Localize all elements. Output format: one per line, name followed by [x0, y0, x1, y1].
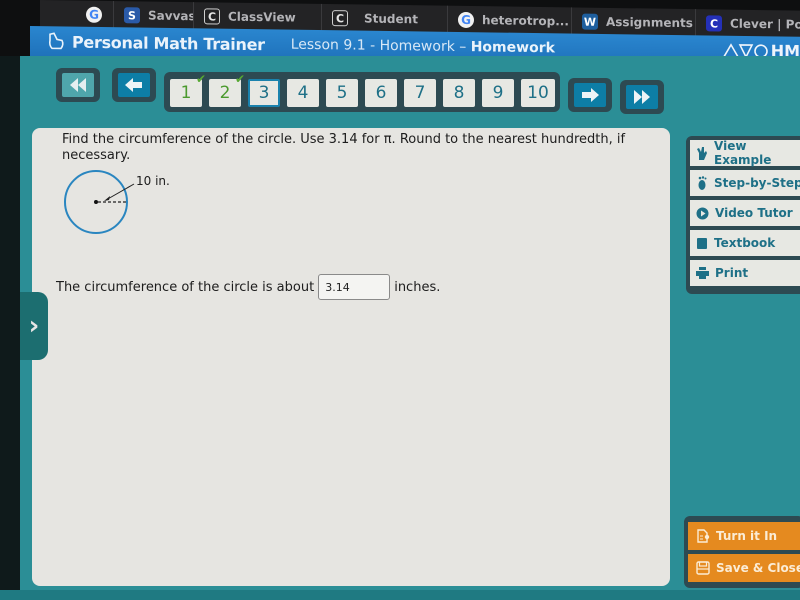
arrow-head [104, 196, 110, 201]
textbook-button[interactable]: Textbook [690, 230, 800, 256]
question-6-button[interactable]: 6 [365, 79, 397, 107]
left-edge [0, 56, 20, 600]
turn-it-in-button[interactable]: Turn it In [688, 522, 800, 550]
w-icon: W [582, 13, 598, 30]
question-number: 5 [336, 83, 348, 103]
hand-pointer-icon [697, 147, 707, 160]
view-example-button[interactable]: View Example [690, 139, 800, 167]
bookmark-assignments[interactable]: W Assignments [572, 7, 696, 38]
answer-row: The circumference of the circle is about… [56, 274, 440, 300]
last-question-button[interactable] [620, 80, 664, 114]
tool-label: Print [715, 266, 749, 280]
question-5-button[interactable]: 5 [326, 79, 358, 107]
bookmark-label: Student [364, 11, 418, 27]
bookmark-label: Savvas E [148, 8, 194, 24]
question-prompt: Find the circumference of the circle. Us… [62, 132, 626, 163]
bookmark-label: Clever | Por... [730, 16, 800, 32]
answer-suffix: inches. [394, 279, 441, 295]
question-10-button[interactable]: 10 [521, 79, 555, 107]
brand: Personal Math Trainer [46, 31, 265, 54]
circle-figure [64, 170, 135, 234]
bookmark-classview[interactable]: C ClassView [194, 2, 322, 32]
question-8-button[interactable]: 8 [443, 79, 475, 107]
bookmark-label: heterotrop... [482, 13, 569, 29]
print-button[interactable]: Print [690, 260, 800, 286]
question-number: 2 [219, 83, 231, 103]
tool-label: Textbook [714, 236, 776, 250]
google-icon: G [86, 6, 102, 23]
bookmark-student[interactable]: C Student [322, 3, 448, 34]
save-and-close-button[interactable]: Save & Close [688, 554, 800, 582]
question-9-button[interactable]: 9 [482, 79, 514, 107]
step-by-step-button[interactable]: Step-by-Step [690, 170, 800, 196]
submission-actions: Turn it In Save & Close [684, 516, 800, 588]
action-label: Turn it In [716, 529, 778, 543]
question-4-button[interactable]: 4 [287, 79, 319, 107]
tool-label: Step-by-Step [714, 176, 800, 190]
save-icon [696, 561, 710, 575]
answer-prefix: The circumference of the circle is about [56, 279, 315, 295]
question-number: 10 [527, 83, 549, 103]
label-pointer [105, 183, 135, 201]
bookmark-label: ClassView [228, 9, 296, 25]
question-7-button[interactable]: 7 [404, 79, 436, 107]
check-icon: ✔ [234, 72, 245, 86]
question-number: 9 [492, 83, 504, 103]
expand-sidebar-button[interactable]: › [20, 292, 48, 360]
question-number: 8 [453, 83, 465, 103]
savvas-icon: S [124, 7, 140, 24]
question-panel: Find the circumference of the circle. Us… [32, 128, 670, 586]
question-number: 7 [414, 83, 426, 103]
first-question-button[interactable] [56, 68, 100, 102]
arrow-left-icon [125, 78, 142, 92]
book-icon [697, 237, 707, 249]
google-icon: G [458, 11, 474, 29]
bookmark-label: Assignments [606, 14, 693, 31]
action-label: Save & Close [716, 561, 800, 575]
c-box-icon: C [332, 10, 348, 27]
bookmark-clever[interactable]: C Clever | Por... [696, 9, 800, 39]
double-arrow-right-icon [634, 90, 650, 104]
question-number: 1 [180, 83, 192, 103]
help-tools: View Example Step-by-Step Video Tutor Te… [686, 136, 800, 294]
bookmark-heterotrop[interactable]: G heterotrop... [448, 5, 572, 36]
next-question-button[interactable] [568, 78, 612, 112]
question-1-button[interactable]: 1 ✔ [170, 72, 206, 107]
tool-label: Video Tutor [715, 206, 793, 220]
bottom-edge [0, 590, 800, 600]
question-number: 6 [375, 83, 387, 103]
turn-in-icon [697, 529, 710, 543]
answer-input[interactable] [318, 274, 391, 300]
arrow-right-icon [582, 88, 599, 102]
c-box-icon: C [204, 8, 220, 25]
question-number: 3 [258, 83, 270, 103]
lesson-title: Lesson 9.1 - Homework – Homework [291, 37, 555, 57]
bookmark-google[interactable]: G [76, 0, 114, 30]
tool-label: View Example [714, 139, 772, 167]
circle-center [94, 200, 98, 204]
screen: G S Savvas E C ClassView C Student G het… [0, 0, 800, 600]
play-icon [696, 207, 709, 219]
printer-icon [696, 267, 709, 279]
video-tutor-button[interactable]: Video Tutor [690, 200, 800, 226]
footprint-icon [698, 176, 707, 190]
chevron-right-icon: › [28, 311, 40, 341]
bookmark-savvas[interactable]: S Savvas E [114, 1, 194, 31]
question-2-button[interactable]: 2 ✔ [209, 72, 245, 107]
brand-title: Personal Math Trainer [72, 32, 265, 54]
lesson-prefix: Lesson 9.1 - Homework – [290, 36, 467, 56]
previous-question-button[interactable] [112, 68, 156, 102]
double-arrow-left-icon [70, 78, 86, 92]
radius-label: 10 in. [136, 174, 170, 188]
lesson-type: Homework [470, 39, 555, 57]
question-number: 4 [297, 83, 309, 103]
question-3-button[interactable]: 3 [248, 79, 280, 107]
check-icon: ✔ [195, 72, 206, 86]
clever-icon: C [706, 15, 722, 32]
pmt-logo-icon [48, 32, 64, 50]
